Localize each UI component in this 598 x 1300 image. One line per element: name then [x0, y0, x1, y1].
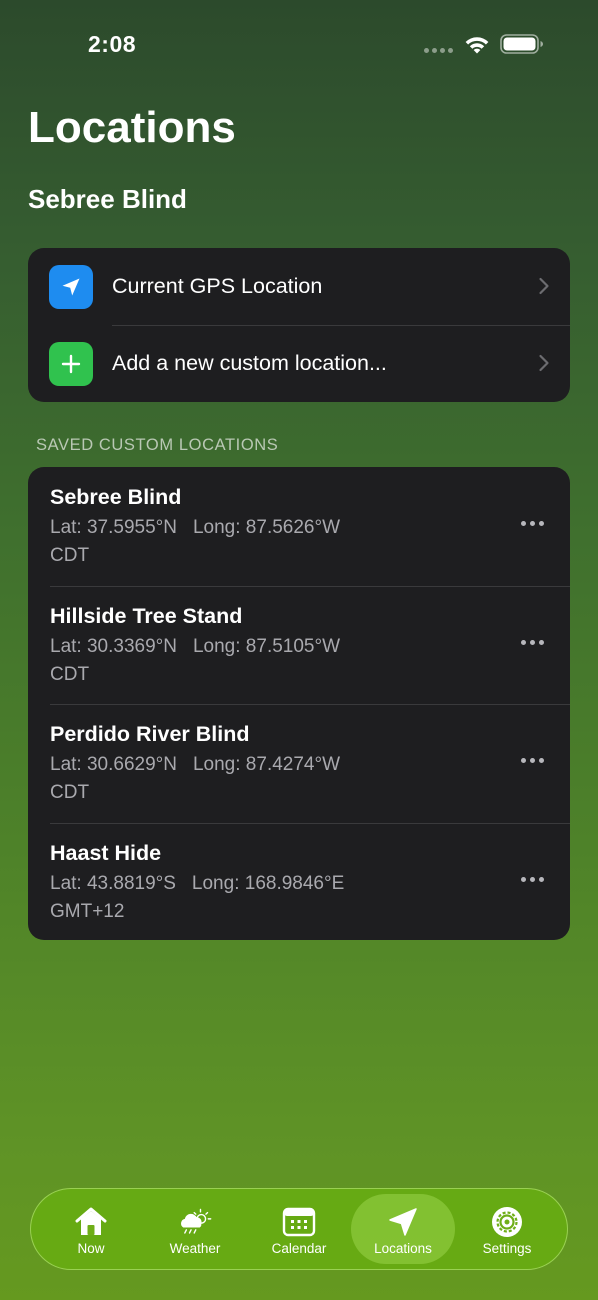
location-name: Hillside Tree Stand — [50, 603, 243, 628]
list-item[interactable]: Perdido River Blind Lat: 30.6629°N Long: … — [28, 704, 570, 823]
more-options-icon[interactable] — [521, 636, 544, 649]
chevron-right-icon — [539, 354, 549, 372]
location-name: Haast Hide — [50, 840, 162, 865]
longitude: Long: 168.9846°E — [191, 872, 345, 894]
location-timezone: GMT+12 — [50, 900, 125, 922]
tab-now[interactable]: Now — [39, 1194, 143, 1264]
tab-weather[interactable]: Weather — [143, 1194, 247, 1264]
list-item[interactable]: Sebree Blind Lat: 37.5955°N Long: 87.5626… — [28, 467, 570, 586]
gear-icon — [489, 1205, 525, 1239]
location-coordinates: Lat: 30.3369°N Long: 87.5105°W — [50, 632, 570, 661]
latitude: Lat: 30.6629°N — [50, 754, 177, 775]
longitude: Long: 87.5626°W — [192, 517, 341, 538]
location-timezone: CDT — [50, 663, 90, 685]
tab-locations[interactable]: Locations — [351, 1194, 455, 1264]
tab-bar: Now Weather Calendar Locations Settings — [30, 1188, 568, 1270]
tab-label: Now — [77, 1241, 105, 1256]
longitude: Long: 87.4274°W — [192, 754, 341, 775]
longitude: Long: 87.5105°W — [192, 635, 341, 657]
location-arrow-icon — [49, 264, 93, 309]
tab-calendar[interactable]: Calendar — [247, 1194, 351, 1264]
current-location-name: Sebree Blind — [28, 184, 187, 214]
location-name: Sebree Blind — [50, 485, 182, 509]
location-coordinates: Lat: 37.5955°N Long: 87.5626°W — [50, 513, 570, 542]
location-coordinates: Lat: 30.6629°N Long: 87.4274°W — [50, 750, 570, 779]
saved-locations-section-header: SAVED CUSTOM LOCATIONS — [36, 436, 279, 454]
current-gps-location-row[interactable]: Current GPS Location — [28, 248, 570, 325]
list-item[interactable]: Hillside Tree Stand Lat: 30.3369°N Long: … — [28, 585, 570, 705]
location-timezone: CDT — [50, 545, 90, 566]
tab-label: Locations — [374, 1241, 432, 1256]
tab-label: Weather — [169, 1241, 221, 1256]
status-bar: 2:08 — [0, 0, 598, 88]
tab-settings[interactable]: Settings — [455, 1194, 559, 1264]
tab-label: Settings — [482, 1241, 532, 1256]
cellular-signal-icon — [424, 48, 453, 53]
location-arrow-icon — [385, 1205, 421, 1239]
tab-label: Calendar — [271, 1241, 327, 1256]
status-time: 2:08 — [88, 31, 137, 57]
wifi-icon — [465, 37, 489, 54]
location-timezone: CDT — [50, 782, 90, 803]
add-custom-location-label: Add a new custom location... — [112, 351, 387, 375]
battery-icon — [500, 34, 543, 54]
current-gps-location-label: Current GPS Location — [112, 274, 323, 298]
saved-locations-list: Sebree Blind Lat: 37.5955°N Long: 87.5626… — [28, 467, 570, 940]
house-icon — [73, 1205, 109, 1239]
more-options-icon[interactable] — [521, 873, 544, 886]
cloud-sun-rain-icon — [177, 1205, 213, 1239]
chevron-right-icon — [539, 277, 549, 295]
latitude: Lat: 37.5955°N — [50, 517, 177, 538]
more-options-icon[interactable] — [521, 517, 544, 530]
latitude: Lat: 43.8819°S — [50, 872, 176, 894]
list-item[interactable]: Haast Hide Lat: 43.8819°S Long: 168.9846°… — [28, 822, 570, 941]
more-options-icon[interactable] — [521, 754, 544, 767]
latitude: Lat: 30.3369°N — [50, 635, 177, 657]
add-custom-location-row[interactable]: Add a new custom location... — [28, 325, 570, 402]
page-title: Locations — [28, 103, 236, 152]
location-name: Perdido River Blind — [50, 722, 250, 746]
plus-icon — [49, 341, 93, 386]
location-actions-card: Current GPS Location Add a new custom lo… — [28, 248, 570, 402]
calendar-icon — [281, 1205, 317, 1239]
location-coordinates: Lat: 43.8819°S Long: 168.9846°E — [50, 869, 570, 898]
